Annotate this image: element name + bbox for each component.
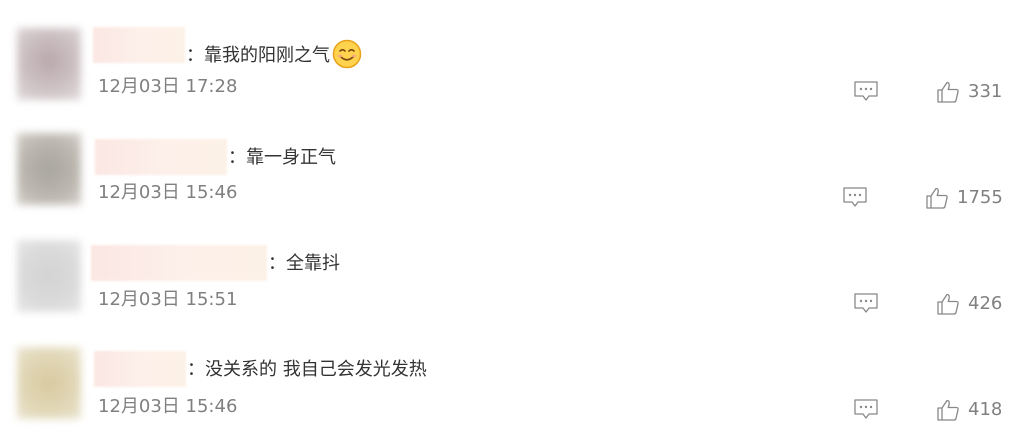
comment-text: ：靠一身正气 bbox=[228, 147, 336, 168]
user-name[interactable] bbox=[91, 245, 267, 281]
comment-text: ：没关系的 我自己会发光发热 bbox=[187, 359, 427, 380]
comment-reply-icon[interactable] bbox=[853, 292, 879, 314]
thumbs-up-icon bbox=[937, 399, 959, 421]
like-count: 418 bbox=[968, 399, 1003, 420]
comment-time: 12月03日 15:51 bbox=[98, 289, 238, 310]
comment-reply-icon[interactable] bbox=[853, 398, 879, 420]
comment-item: ：没关系的 我自己会发光发热 12月03日 15:46 418 bbox=[0, 0, 1024, 421]
like-count: 1755 bbox=[957, 187, 1003, 208]
avatar[interactable] bbox=[17, 240, 81, 312]
thumbs-up-icon bbox=[937, 293, 959, 315]
avatar[interactable] bbox=[17, 347, 81, 419]
avatar[interactable] bbox=[17, 133, 81, 205]
comment-reply-icon[interactable] bbox=[842, 186, 868, 208]
user-name[interactable] bbox=[94, 351, 186, 387]
like-count: 426 bbox=[968, 293, 1003, 314]
comment-text: ：全靠抖 bbox=[268, 253, 340, 274]
thumbs-up-icon bbox=[926, 187, 948, 209]
comment-time: 12月03日 15:46 bbox=[98, 182, 238, 203]
user-name[interactable] bbox=[95, 139, 227, 175]
comment-time: 12月03日 15:46 bbox=[98, 396, 238, 417]
